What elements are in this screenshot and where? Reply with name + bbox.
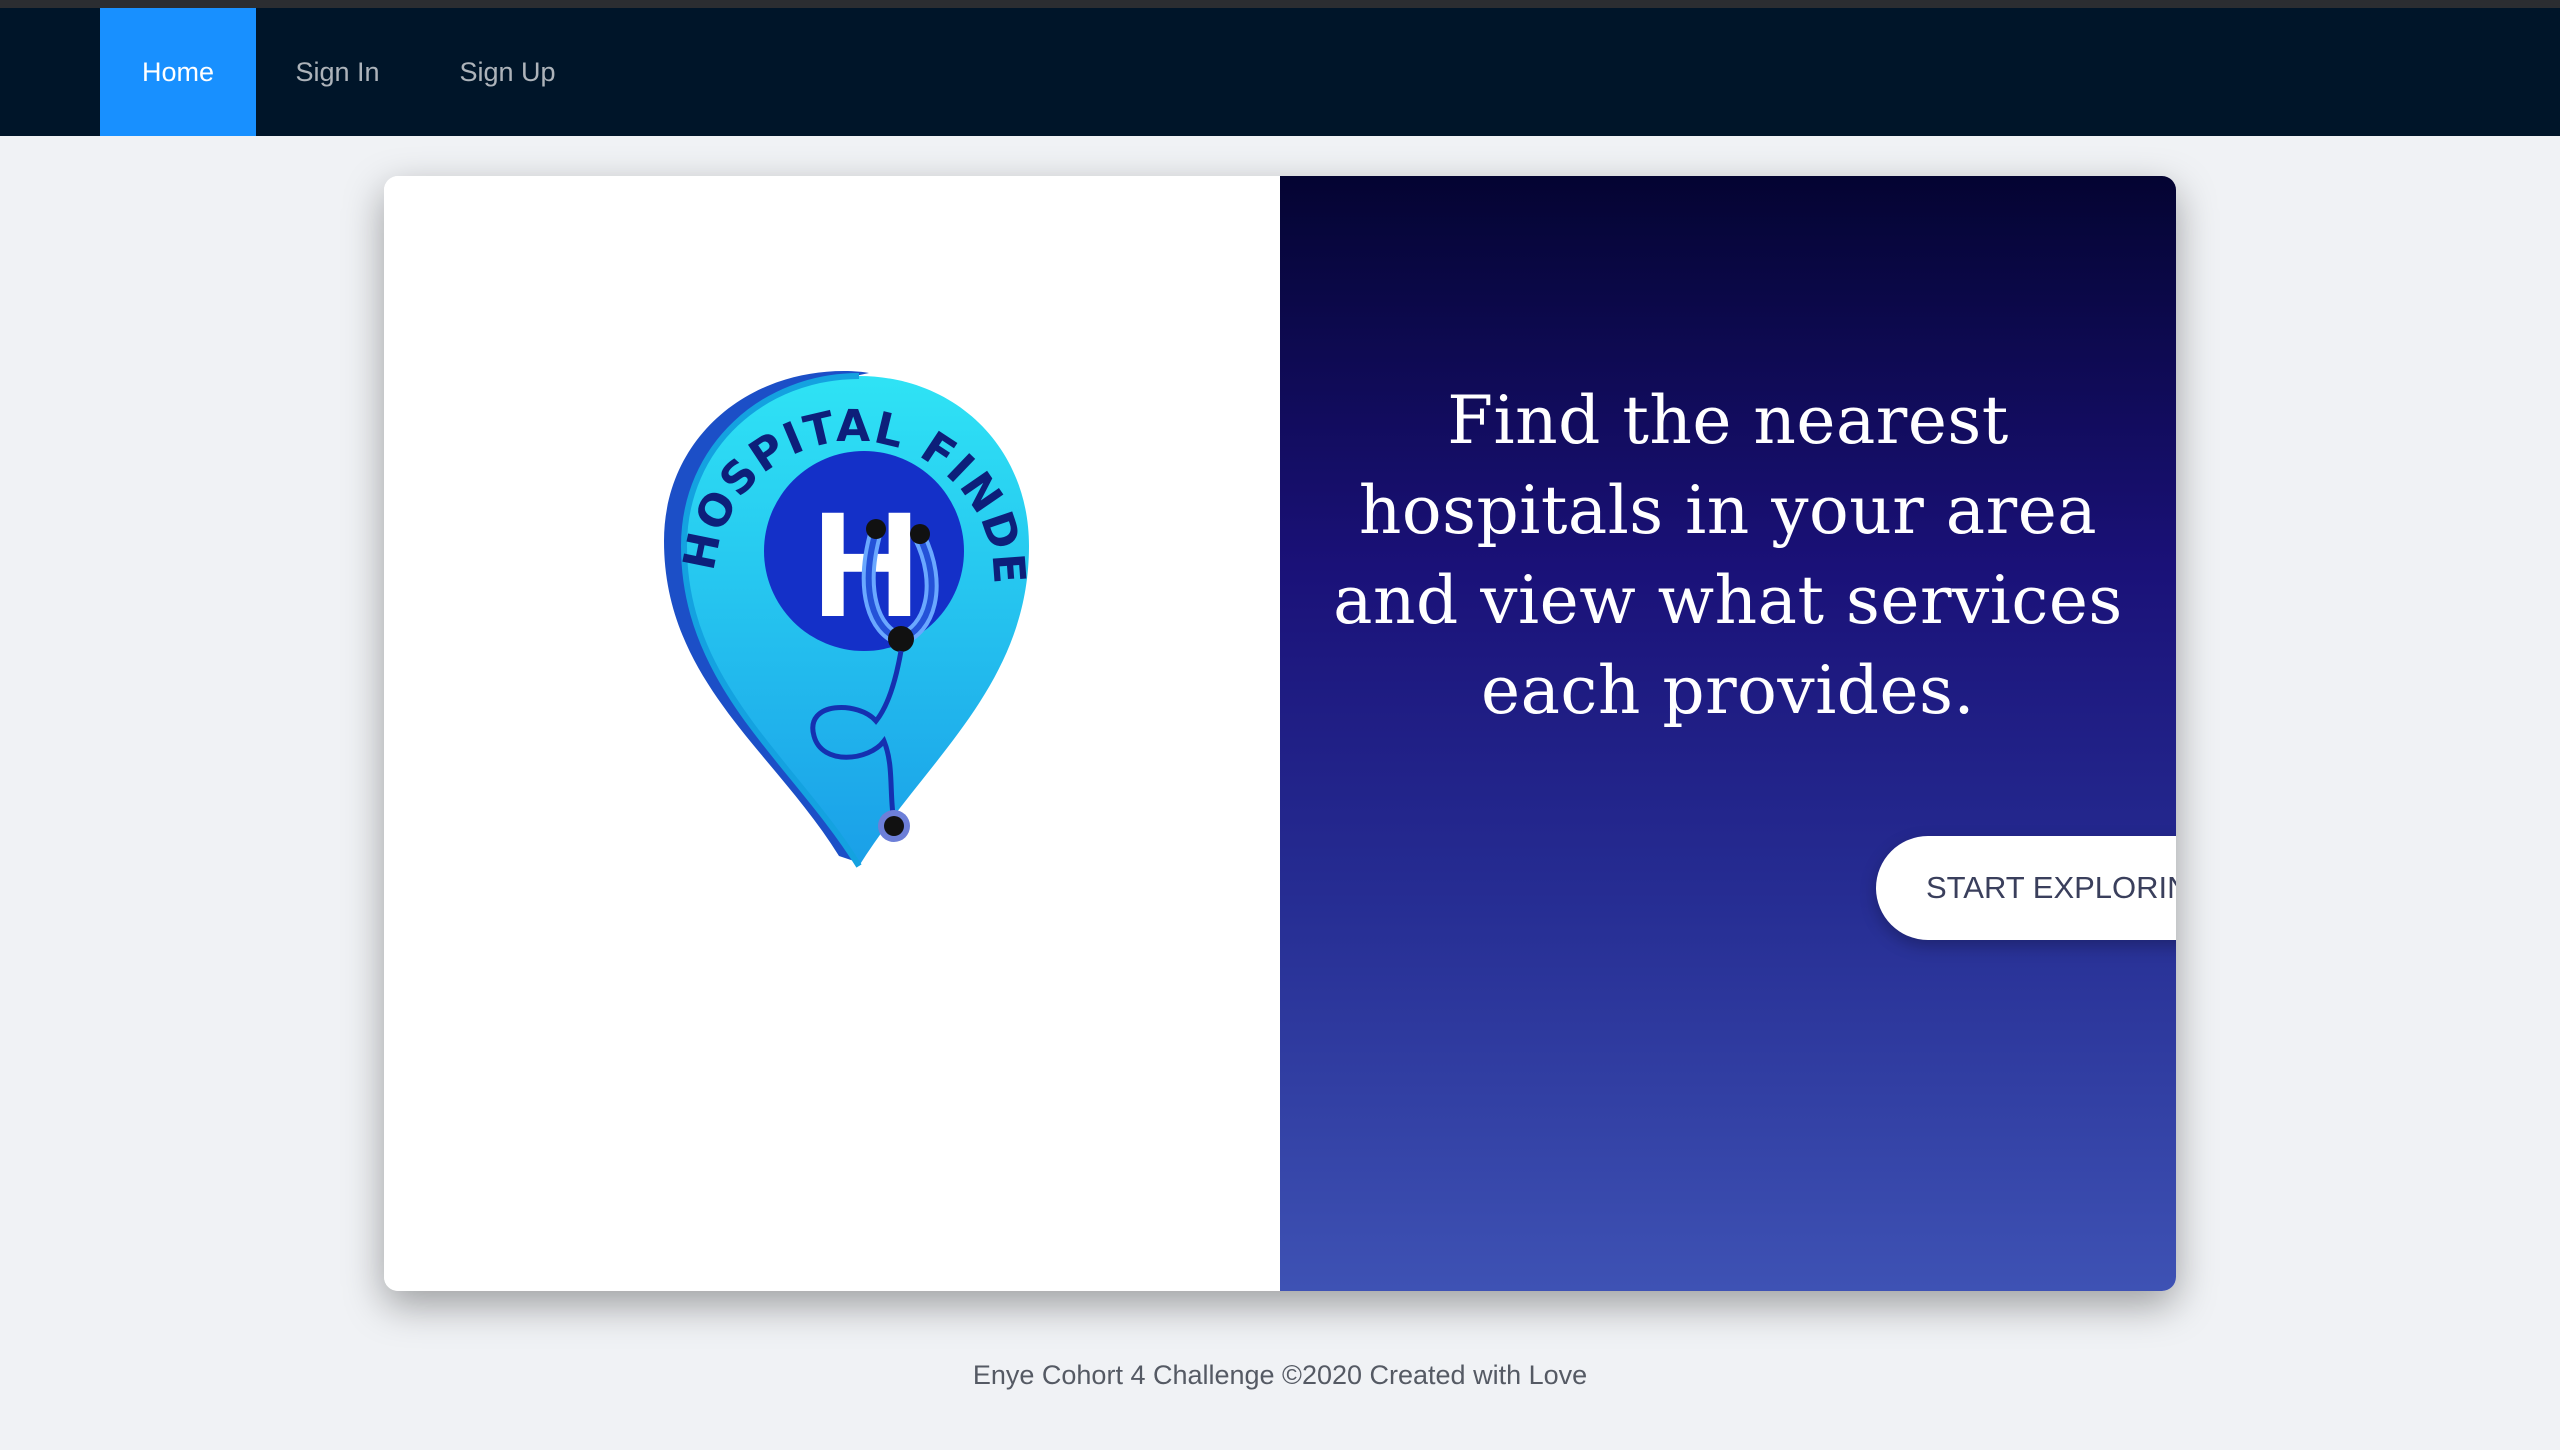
nav-sign-in[interactable]: Sign In	[256, 8, 419, 136]
nav-home[interactable]: Home	[100, 8, 256, 136]
top-navbar: Home Sign In Sign Up	[0, 8, 2560, 136]
hero-text-panel: Find the nearest hospitals in your area …	[1280, 176, 2176, 1291]
nav-sign-up[interactable]: Sign Up	[419, 8, 596, 136]
start-exploring-button[interactable]: START EXPLORING NOW	[1876, 836, 2176, 940]
page-footer: Enye Cohort 4 Challenge ©2020 Created wi…	[972, 1360, 1588, 1390]
hero-logo-panel: HOSPITAL FINDER H	[384, 176, 1280, 1291]
hero-headline: Find the nearest hospitals in your area …	[1333, 382, 2123, 729]
hero-card: HOSPITAL FINDER H Find the nearest hospi…	[384, 176, 2176, 1291]
hospital-finder-logo: HOSPITAL FINDER H	[654, 371, 1033, 868]
window-top-border	[0, 0, 2560, 8]
